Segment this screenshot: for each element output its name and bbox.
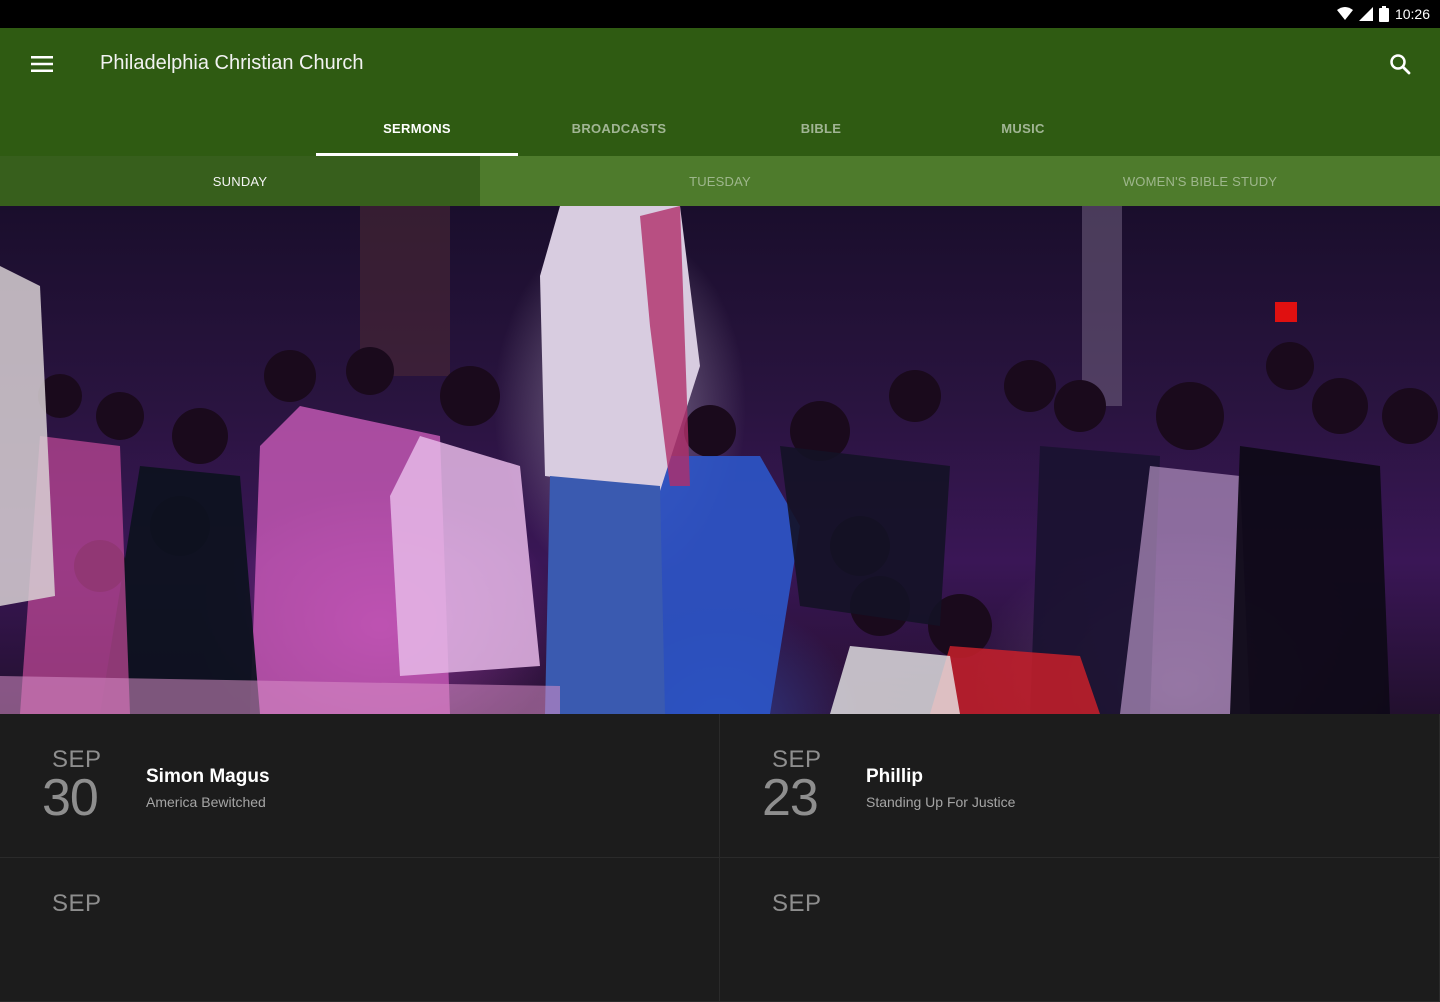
tab-bible[interactable]: BIBLE [720, 100, 922, 156]
tab-sermons[interactable]: SERMONS [316, 100, 518, 156]
app-bar: Philadelphia Christian Church SERMONS BR… [0, 28, 1440, 156]
sermon-card[interactable]: SEP [0, 858, 720, 1002]
sermon-day: 30 [42, 769, 99, 827]
subtab-womens-bible-study[interactable]: WOMEN'S BIBLE STUDY [960, 156, 1440, 206]
cell-signal-icon [1358, 7, 1373, 21]
status-time: 10:26 [1394, 6, 1430, 22]
battery-icon [1378, 6, 1389, 22]
featured-sermon-image[interactable] [0, 206, 1440, 714]
sermon-month: SEP [52, 890, 102, 917]
subtab-sunday[interactable]: SUNDAY [0, 156, 480, 206]
main-tabs: SERMONS BROADCASTS BIBLE MUSIC [316, 100, 1124, 156]
sermon-day: 23 [762, 769, 819, 827]
sermon-series: Standing Up For Justice [866, 794, 1016, 810]
search-button[interactable] [1380, 48, 1420, 84]
tab-broadcasts[interactable]: BROADCASTS [518, 100, 720, 156]
sermon-card[interactable]: SEP [720, 858, 1440, 1002]
sermon-title: Simon Magus [146, 766, 270, 787]
sermon-card[interactable]: SEP 23 Phillip Standing Up For Justice [720, 714, 1440, 858]
status-bar: 10:26 [0, 0, 1440, 28]
congregation-photo [0, 206, 1438, 714]
sermon-month: SEP [772, 890, 822, 917]
subtab-tuesday[interactable]: TUESDAY [480, 156, 960, 206]
menu-button[interactable] [22, 50, 62, 82]
app-title: Philadelphia Christian Church [100, 52, 364, 74]
sermon-series: America Bewitched [146, 794, 266, 810]
search-icon [1389, 53, 1411, 80]
sermon-list: SEP 30 Simon Magus America Bewitched SEP… [0, 714, 1440, 1002]
sub-tabs: SUNDAY TUESDAY WOMEN'S BIBLE STUDY [0, 156, 1440, 206]
wifi-icon [1336, 7, 1353, 21]
sermon-title: Phillip [866, 766, 923, 787]
hamburger-menu-icon [31, 55, 53, 77]
tab-music[interactable]: MUSIC [922, 100, 1124, 156]
sermon-card[interactable]: SEP 30 Simon Magus America Bewitched [0, 714, 720, 858]
